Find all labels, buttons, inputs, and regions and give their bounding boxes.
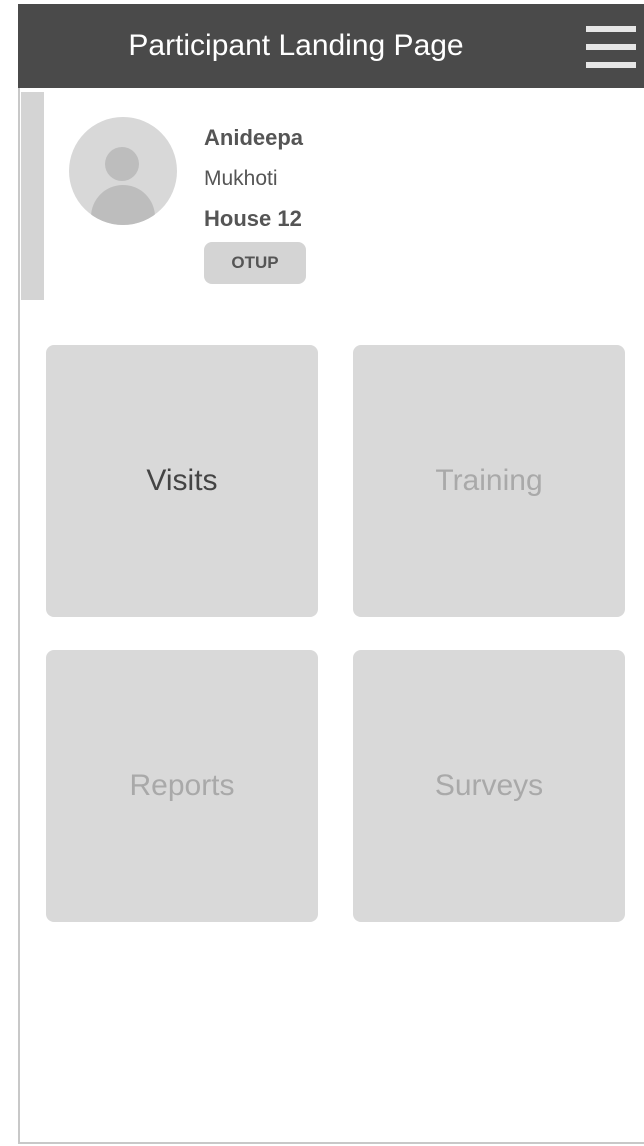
menu-bar	[586, 62, 636, 68]
training-tile[interactable]: Training	[353, 345, 625, 617]
user-avatar-icon	[69, 117, 177, 225]
status-badge[interactable]: OTUP	[204, 242, 306, 284]
visits-tile[interactable]: Visits	[46, 345, 318, 617]
menu-bar	[586, 26, 636, 32]
header-bar: Participant Landing Page	[18, 4, 644, 88]
profile-accent-bar	[21, 92, 44, 300]
participant-profile-card: Anideepa Mukhoti House 12 OTUP	[21, 92, 621, 302]
hamburger-menu-icon[interactable]	[584, 26, 636, 72]
participant-last-name: Mukhoti	[204, 167, 278, 190]
surveys-tile[interactable]: Surveys	[353, 650, 625, 922]
menu-bar	[586, 44, 636, 50]
participant-first-name: Anideepa	[204, 125, 304, 150]
reports-tile[interactable]: Reports	[46, 650, 318, 922]
avatar-shoulders	[91, 185, 155, 225]
page-title: Participant Landing Page	[128, 29, 464, 62]
avatar-head	[105, 147, 139, 181]
participant-house: House 12	[204, 206, 302, 231]
